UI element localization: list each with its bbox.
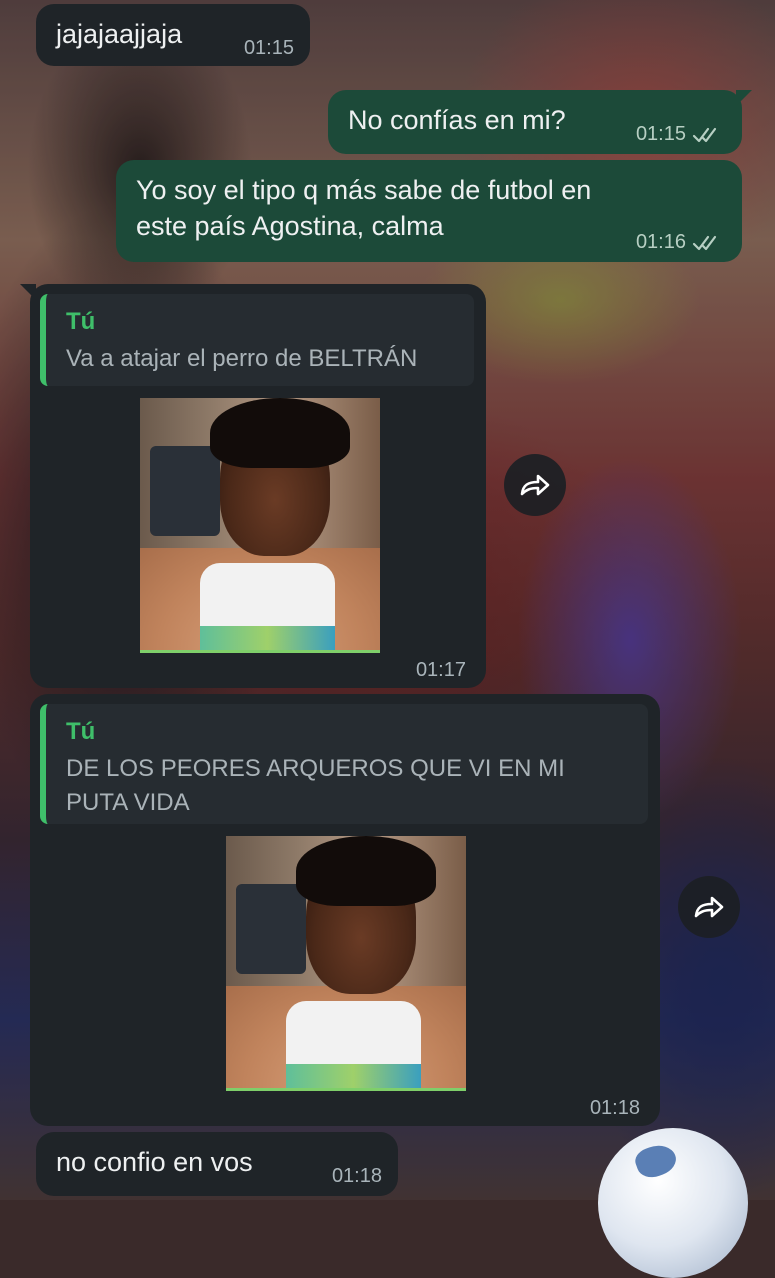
forward-icon <box>520 474 550 496</box>
soccer-ball-image <box>598 1128 748 1278</box>
message-time: 01:15 <box>243 37 294 59</box>
message-text: No confías en mi? <box>348 105 566 135</box>
message-bubble-outgoing[interactable]: Yo soy el tipo q más sabe de futbol en e… <box>116 160 742 262</box>
message-time: 01:18 <box>331 1165 382 1187</box>
double-check-icon <box>692 127 717 142</box>
forward-button[interactable] <box>678 876 740 938</box>
reply-quote[interactable]: Tú Va a atajar el perro de BELTRÁN <box>40 294 474 386</box>
message-text: no confio en vos <box>56 1147 253 1177</box>
reply-quote-text: DE LOS PEORES ARQUEROS QUE VI EN MI PUTA… <box>66 755 565 816</box>
quoted-photo[interactable] <box>226 836 466 1091</box>
message-bubble-incoming[interactable]: Tú Va a atajar el perro de BELTRÁN 01:17 <box>20 284 486 688</box>
reply-quote-author: Tú <box>66 308 96 335</box>
message-bubble-outgoing[interactable]: No confías en mi? 01:15 <box>328 90 752 154</box>
message-time: 01:18 <box>589 1097 640 1119</box>
double-check-icon <box>692 235 717 250</box>
message-meta: 01:18 <box>590 1097 640 1120</box>
message-bubble-incoming[interactable]: no confio en vos 01:18 <box>36 1132 398 1196</box>
message-meta: 01:16 <box>636 231 722 254</box>
message-meta: 01:17 <box>416 659 466 682</box>
forward-button[interactable] <box>504 454 566 516</box>
reply-quote[interactable]: Tú DE LOS PEORES ARQUEROS QUE VI EN MI P… <box>40 704 648 824</box>
reply-quote-text: Va a atajar el perro de BELTRÁN <box>66 345 418 372</box>
message-time: 01:16 <box>635 231 686 253</box>
forward-icon <box>694 896 724 918</box>
reply-quote-author: Tú <box>66 718 96 745</box>
quoted-photo[interactable] <box>140 398 380 653</box>
message-bubble-incoming[interactable]: Tú DE LOS PEORES ARQUEROS QUE VI EN MI P… <box>30 694 660 1126</box>
message-meta: 01:18 <box>332 1165 382 1188</box>
message-text: jajajaajjaja <box>56 19 183 49</box>
message-time: 01:15 <box>635 123 686 145</box>
message-time: 01:17 <box>415 659 466 681</box>
message-bubble-incoming[interactable]: jajajaajjaja 01:15 <box>36 4 310 66</box>
message-meta: 01:15 <box>636 123 722 146</box>
message-text: Yo soy el tipo q más sabe de futbol en e… <box>136 175 592 241</box>
message-meta: 01:15 <box>244 37 294 60</box>
